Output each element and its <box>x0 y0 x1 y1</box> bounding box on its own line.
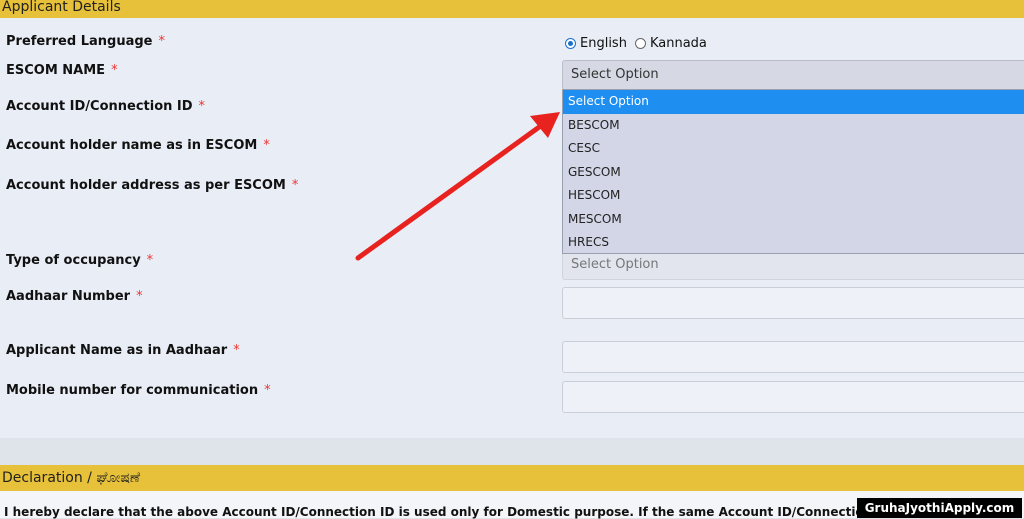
dropdown-option-hescom[interactable]: HESCOM <box>563 184 1024 208</box>
aadhaar-number-input[interactable] <box>562 287 1024 319</box>
mobile-number-input[interactable] <box>562 381 1024 413</box>
dropdown-option-cesc[interactable]: CESC <box>563 137 1024 161</box>
holder-address-label: Account holder address as per ESCOM * <box>6 178 299 193</box>
declaration-text: I hereby declare that the above Account … <box>4 505 873 519</box>
applicant-details-header: Applicant Details <box>0 0 1024 18</box>
escom-name-label: ESCOM NAME * <box>6 63 118 78</box>
dropdown-option-select-option[interactable]: Select Option <box>563 90 1024 114</box>
watermark: GruhaJyothiApply.com <box>857 498 1022 518</box>
occupancy-label: Type of occupancy * <box>6 253 154 268</box>
required-marker: * <box>136 289 143 304</box>
required-marker: * <box>233 343 240 358</box>
dropdown-option-mescom[interactable]: MESCOM <box>563 208 1024 232</box>
dropdown-option-hrecs[interactable]: HRECS <box>563 231 1024 255</box>
required-marker: * <box>158 34 165 49</box>
section-title: Applicant Details <box>2 0 121 15</box>
required-marker: * <box>111 63 118 78</box>
kannada-radio[interactable] <box>634 38 646 49</box>
escom-select[interactable]: Select Option <box>562 60 1024 90</box>
kannada-radio-label[interactable]: Kannada <box>650 36 707 51</box>
section-title: Declaration / ಘೋಷಣೆ <box>2 470 141 486</box>
english-radio[interactable] <box>565 38 576 49</box>
required-marker: * <box>291 178 299 193</box>
required-marker: * <box>264 383 271 398</box>
preferred-language-label: Preferred Language * <box>6 34 165 49</box>
required-marker: * <box>146 253 154 268</box>
english-radio-label[interactable]: English <box>580 36 627 51</box>
aadhaar-number-label: Aadhaar Number * <box>6 289 143 304</box>
holder-name-label: Account holder name as in ESCOM * <box>6 138 270 153</box>
account-id-label: Account ID/Connection ID * <box>6 99 206 114</box>
dropdown-option-gescom[interactable]: GESCOM <box>563 161 1024 185</box>
occupancy-select[interactable]: Select Option <box>562 250 1024 280</box>
declaration-header: Declaration / ಘೋಷಣೆ <box>0 465 1024 491</box>
applicant-name-input[interactable] <box>562 341 1024 373</box>
applicant-name-label: Applicant Name as in Aadhaar * <box>6 343 240 358</box>
required-marker: * <box>263 138 270 153</box>
language-radio-group: English Kannada <box>565 36 707 51</box>
required-marker: * <box>198 99 206 114</box>
dropdown-option-bescom[interactable]: BESCOM <box>563 114 1024 138</box>
escom-dropdown-list: Select Option BESCOM CESC GESCOM HESCOM … <box>562 89 1024 254</box>
mobile-number-label: Mobile number for communication * <box>6 383 271 398</box>
